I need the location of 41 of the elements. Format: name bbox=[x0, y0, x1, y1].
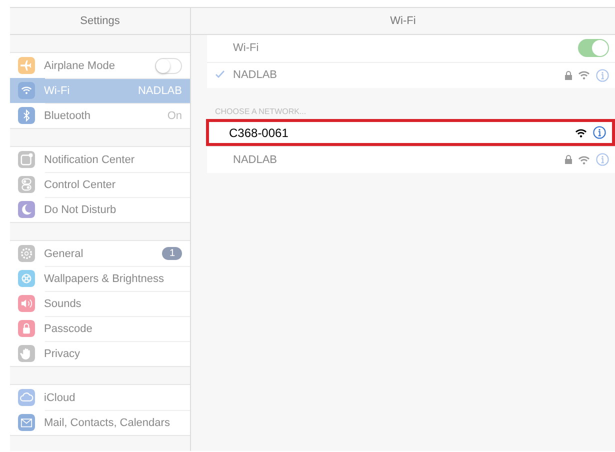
toggle-switch[interactable] bbox=[578, 39, 609, 58]
settings-item[interactable]: Do Not Disturb bbox=[10, 197, 190, 222]
settings-item[interactable]: Airplane Mode bbox=[10, 53, 190, 78]
settings-item[interactable]: Bluetooth On bbox=[10, 103, 190, 128]
wifi-icon bbox=[575, 128, 587, 138]
item-label: Bluetooth bbox=[44, 110, 92, 122]
network-name: NADLAB bbox=[233, 154, 278, 166]
item-label: Notification Center bbox=[44, 154, 136, 166]
count-badge: 1 bbox=[162, 247, 182, 260]
section-header: CHOOSE A NETWORK... bbox=[214, 106, 308, 118]
highlighted-network-row[interactable]: C368-0061 bbox=[206, 119, 615, 146]
toggle-switch[interactable] bbox=[155, 58, 182, 74]
item-label: Passcode bbox=[44, 322, 94, 334]
wifi-label: Wi-Fi bbox=[232, 42, 260, 54]
item-label: General bbox=[44, 248, 84, 260]
item-label: Airplane Mode bbox=[44, 60, 116, 72]
network-row[interactable]: NADLAB bbox=[207, 146, 615, 172]
settings-item[interactable]: Privacy bbox=[10, 341, 190, 366]
settings-item[interactable]: Sounds bbox=[10, 291, 190, 316]
settings-item[interactable]: Passcode bbox=[10, 316, 190, 341]
item-label: iCloud bbox=[44, 392, 76, 404]
network-name: C368-0061 bbox=[229, 126, 290, 140]
settings-item[interactable]: Control Center bbox=[10, 172, 190, 197]
info-icon[interactable] bbox=[593, 126, 606, 139]
item-label: Wi-Fi bbox=[44, 84, 71, 96]
item-label: Sounds bbox=[44, 298, 82, 310]
settings-item[interactable]: Mail, Contacts, Calendars bbox=[10, 410, 190, 435]
item-label: Privacy bbox=[44, 348, 82, 360]
item-label: Control Center bbox=[44, 178, 117, 190]
network-name[interactable]: NADLAB bbox=[233, 69, 559, 82]
wifi-icon bbox=[578, 70, 590, 80]
settings-item[interactable]: General 1 bbox=[10, 241, 190, 266]
item-value: NADLAB bbox=[138, 84, 182, 96]
settings-item[interactable]: iCloud bbox=[10, 385, 190, 410]
item-label: Wallpapers & Brightness bbox=[44, 272, 166, 284]
settings-item[interactable]: Wallpapers & Brightness bbox=[10, 266, 190, 291]
item-value: On bbox=[167, 110, 182, 122]
settings-item[interactable]: Notification Center bbox=[10, 147, 190, 172]
item-label: Mail, Contacts, Calendars bbox=[44, 416, 171, 428]
item-label: Do Not Disturb bbox=[44, 204, 118, 216]
wifi-icon bbox=[578, 154, 590, 165]
